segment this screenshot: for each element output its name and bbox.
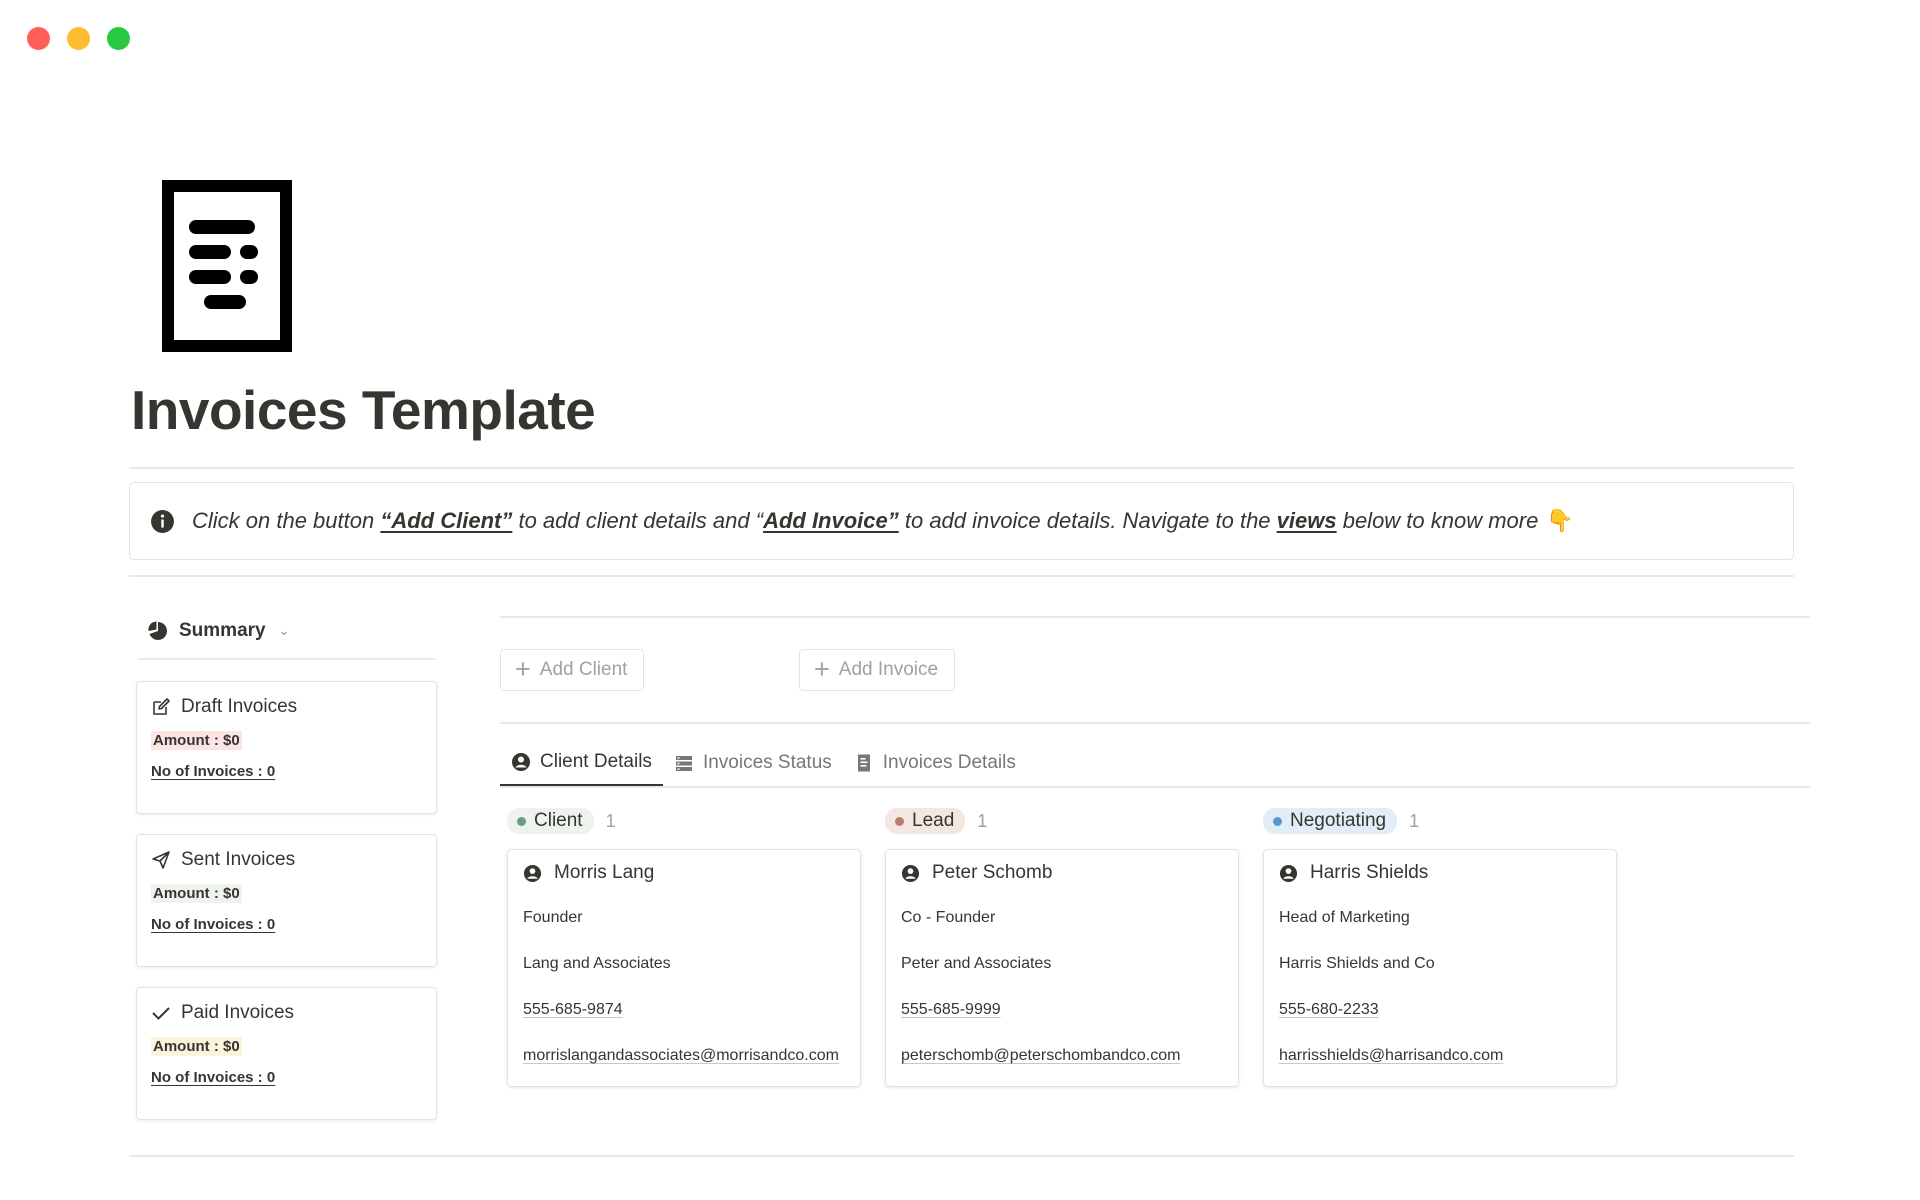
client-role: Head of Marketing — [1279, 909, 1410, 926]
summary-label: Summary — [179, 620, 266, 641]
list-icon — [675, 756, 692, 771]
info-icon — [151, 509, 174, 533]
client-company: Lang and Associates — [523, 955, 671, 972]
edit-icon — [153, 698, 170, 715]
add-invoice-button[interactable]: + Add Invoice — [799, 649, 956, 691]
plus-icon: + — [814, 653, 830, 684]
client-name: Morris Lang — [554, 862, 655, 883]
divider — [129, 467, 1794, 469]
info-callout: Click on the button “Add Client” to add … — [129, 482, 1794, 560]
status-badge: Lead — [885, 808, 966, 834]
client-role: Co - Founder — [901, 909, 996, 926]
send-icon — [152, 851, 170, 869]
client-email[interactable]: harrisshields@harrisandco.com — [1279, 1044, 1601, 1068]
zoom-window-button[interactable] — [107, 27, 130, 50]
person-circle-icon — [523, 864, 542, 882]
status-badge: Client — [507, 808, 594, 834]
summary-card-title: Paid Invoices — [181, 1002, 295, 1023]
column-count: 1 — [1409, 810, 1420, 831]
summary-amount: Amount : $0 — [151, 884, 242, 903]
person-circle-icon — [901, 864, 920, 882]
summary-divider — [138, 658, 436, 660]
summary-invoice-count: No of Invoices : 0 — [151, 916, 276, 933]
person-circle-icon — [1279, 864, 1298, 882]
person-circle-icon — [512, 753, 530, 771]
summary-card-title: Draft Invoices — [181, 696, 298, 717]
summary-amount: Amount : $0 — [151, 1037, 242, 1056]
board-column-lead: Lead 1 — [885, 808, 987, 834]
views-reference: views — [1276, 508, 1337, 533]
pointing-down-icon: 👇 — [1546, 508, 1574, 533]
plus-icon: + — [515, 653, 531, 684]
minimize-window-button[interactable] — [67, 27, 90, 50]
client-phone[interactable]: 555-680-2233 — [1279, 998, 1601, 1022]
summary-invoice-count: No of Invoices : 0 — [151, 763, 276, 780]
client-email[interactable]: morrislangandassociates@morrisandco.com — [523, 1044, 845, 1068]
divider — [500, 616, 1810, 618]
view-tabs: Client Details Invoices Status Invoices … — [500, 740, 1027, 786]
divider — [500, 722, 1810, 724]
status-dot — [1273, 816, 1282, 826]
client-role: Founder — [523, 909, 583, 926]
column-count: 1 — [605, 810, 616, 831]
tab-invoices-details[interactable]: Invoices Details — [843, 740, 1027, 786]
divider — [129, 1155, 1794, 1157]
client-name: Peter Schomb — [932, 862, 1053, 883]
summary-invoice-count: No of Invoices : 0 — [151, 1069, 276, 1086]
board-column-client: Client 1 — [507, 808, 616, 834]
add-client-label: Add Client — [539, 659, 628, 680]
board-column-negotiating: Negotiating 1 — [1263, 808, 1419, 834]
client-company: Peter and Associates — [901, 955, 1052, 972]
column-count: 1 — [977, 810, 988, 831]
close-window-button[interactable] — [27, 27, 50, 50]
client-card[interactable]: Morris Lang Founder Lang and Associates … — [507, 849, 861, 1087]
add-client-button[interactable]: + Add Client — [500, 649, 645, 691]
status-dot — [895, 816, 904, 826]
status-badge: Negotiating — [1263, 808, 1398, 834]
tabs-divider — [500, 786, 1810, 788]
client-company: Harris Shields and Co — [1279, 955, 1435, 972]
sent-invoices-card[interactable]: Sent Invoices Amount : $0 No of Invoices… — [136, 834, 437, 967]
callout-text: Click on the button “Add Client” to add … — [192, 508, 1574, 533]
client-name: Harris Shields — [1310, 862, 1429, 883]
add-invoice-reference: Add Invoice” — [763, 508, 899, 533]
tab-invoices-status[interactable]: Invoices Status — [663, 740, 843, 786]
receipt-icon — [857, 754, 870, 772]
divider — [129, 575, 1794, 577]
client-card[interactable]: Harris Shields Head of Marketing Harris … — [1263, 849, 1617, 1087]
window-controls — [27, 27, 130, 50]
summary-amount: Amount : $0 — [151, 731, 242, 750]
add-client-reference: “Add Client” — [380, 508, 513, 533]
status-dot — [517, 816, 526, 826]
draft-invoices-card[interactable]: Draft Invoices Amount : $0 No of Invoice… — [136, 681, 437, 814]
check-icon — [152, 1007, 170, 1020]
summary-view-selector[interactable]: Summary ⌄ — [148, 620, 290, 642]
pie-chart-icon — [148, 621, 167, 640]
client-phone[interactable]: 555-685-9874 — [523, 998, 845, 1022]
paid-invoices-card[interactable]: Paid Invoices Amount : $0 No of Invoices… — [136, 987, 437, 1120]
invoice-document-icon[interactable] — [162, 180, 292, 352]
tab-client-details[interactable]: Client Details — [500, 740, 663, 786]
client-card[interactable]: Peter Schomb Co - Founder Peter and Asso… — [885, 849, 1239, 1087]
chevron-down-icon: ⌄ — [278, 623, 290, 638]
add-invoice-label: Add Invoice — [838, 659, 939, 680]
client-phone[interactable]: 555-685-9999 — [901, 998, 1223, 1022]
summary-card-title: Sent Invoices — [181, 849, 296, 870]
client-email[interactable]: peterschomb@peterschombandco.com — [901, 1044, 1223, 1068]
page-title: Invoices Template — [131, 379, 596, 441]
